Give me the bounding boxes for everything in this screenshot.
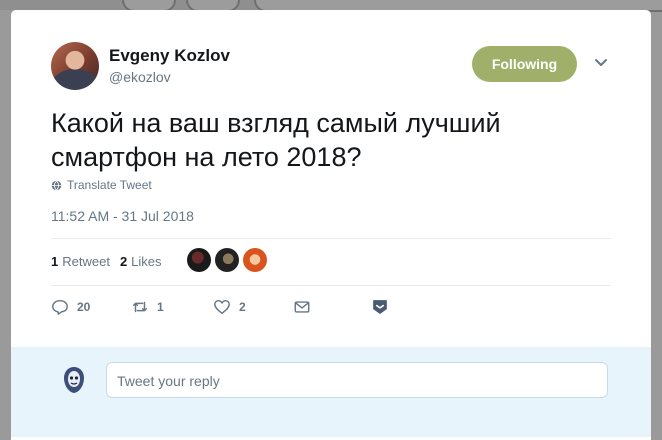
tweet-modal: Evgeny Kozlov @ekozlov Following Какой н… xyxy=(11,10,651,440)
reply-action[interactable]: 20 xyxy=(51,298,90,316)
retweets-stat[interactable]: 1 Retweet xyxy=(51,254,110,269)
divider xyxy=(51,285,611,286)
liker-avatar[interactable] xyxy=(187,248,211,272)
liker-avatar[interactable] xyxy=(215,248,239,272)
like-action[interactable]: 2 xyxy=(213,298,246,316)
translate-tweet-link[interactable]: Translate Tweet xyxy=(51,178,152,192)
tweet-actions: 20 1 2 xyxy=(51,298,611,320)
user-avatar[interactable] xyxy=(60,365,88,395)
background-top-bar xyxy=(0,0,662,12)
message-action[interactable] xyxy=(293,298,311,316)
author-name[interactable]: Evgeny Kozlov xyxy=(109,46,230,66)
reply-bar: Tweet your reply xyxy=(11,347,651,437)
like-count: 2 xyxy=(239,300,246,314)
retweet-count: 1 xyxy=(157,300,164,314)
reply-input[interactable]: Tweet your reply xyxy=(106,362,608,398)
translate-tweet-label: Translate Tweet xyxy=(67,178,152,192)
reply-count: 20 xyxy=(77,300,91,314)
divider xyxy=(51,238,611,239)
tweet-text: Какой на ваш взгляд самый лучший смартфо… xyxy=(51,108,501,172)
following-button[interactable]: Following xyxy=(472,46,577,82)
reply-icon xyxy=(52,299,68,315)
globe-icon xyxy=(51,180,62,190)
envelope-icon xyxy=(294,301,310,313)
likes-stat[interactable]: 2 Likes xyxy=(120,254,162,269)
heart-icon xyxy=(214,299,230,315)
tweet-stats: 1 Retweet 2 Likes xyxy=(51,254,162,269)
retweet-icon xyxy=(132,301,148,313)
bookmark-icon xyxy=(373,300,387,314)
retweet-stat-count: 1 xyxy=(51,254,59,269)
author-handle[interactable]: @ekozlov xyxy=(109,69,171,85)
like-stat-label: Likes xyxy=(131,254,162,269)
chevron-down-icon[interactable] xyxy=(593,54,609,70)
liker-avatars xyxy=(187,248,267,272)
liker-avatar[interactable] xyxy=(243,248,267,272)
tweet-timestamp[interactable]: 11:52 AM - 31 Jul 2018 xyxy=(51,208,194,224)
save-action[interactable] xyxy=(371,298,389,316)
author-avatar[interactable] xyxy=(51,42,99,90)
retweet-stat-label: Retweet xyxy=(62,254,110,269)
retweet-action[interactable]: 1 xyxy=(131,298,164,316)
like-stat-count: 2 xyxy=(119,254,128,269)
